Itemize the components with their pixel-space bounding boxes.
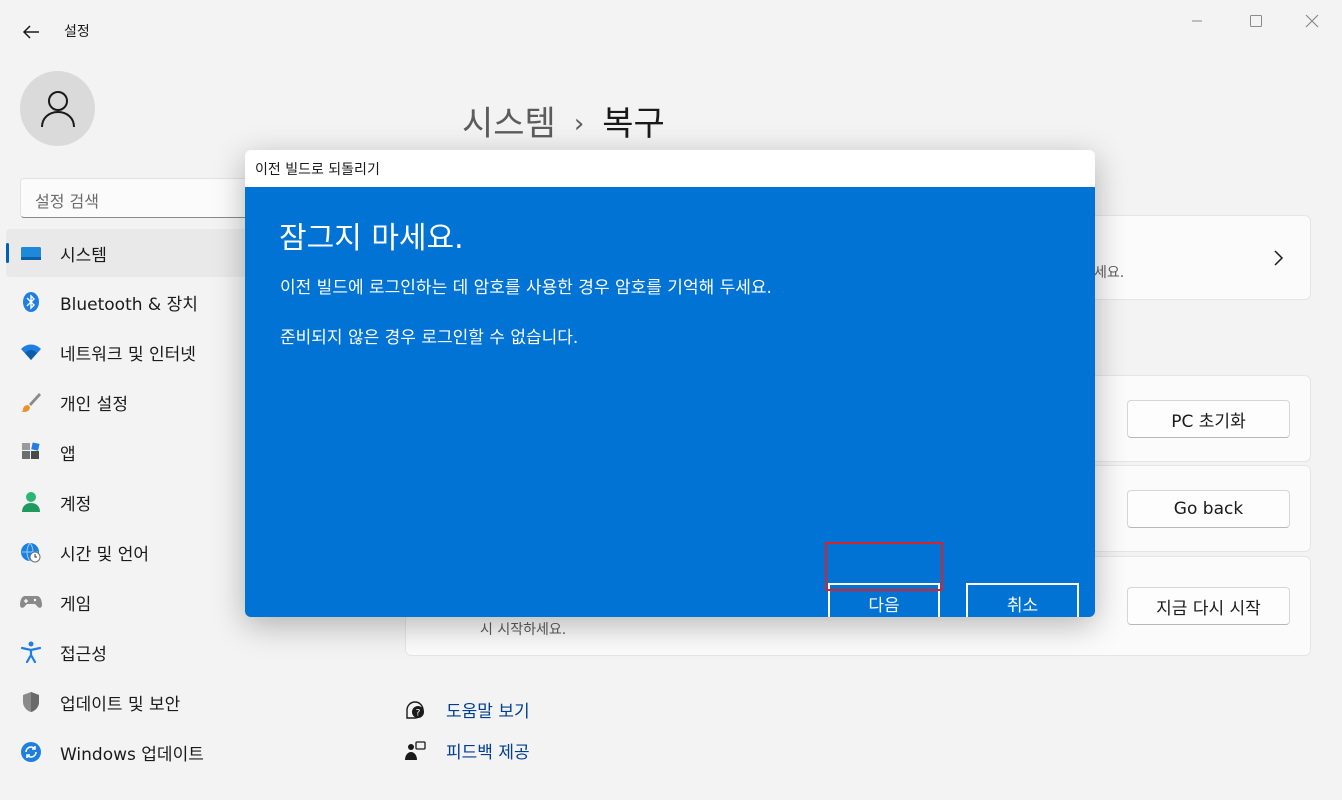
sidebar-item-label: 네트워크 및 인터넷 — [60, 345, 196, 365]
card-description: 세요. — [1094, 265, 1125, 281]
feedback-link[interactable]: 피드백 제공 — [446, 738, 530, 763]
feedback-icon — [405, 741, 426, 760]
go-back-button[interactable]: Go back — [1127, 490, 1290, 528]
apps-icon — [20, 441, 42, 463]
chevron-right-icon — [1274, 250, 1284, 266]
globe-clock-icon — [20, 541, 42, 563]
restart-now-button[interactable]: 지금 다시 시작 — [1127, 587, 1290, 625]
minimize-button[interactable] — [1174, 8, 1220, 34]
app-title: 설정 — [64, 24, 90, 40]
dialog-message-warning: 준비되지 않은 경우 로그인할 수 없습니다. — [280, 328, 579, 348]
sidebar-item-label: 개인 설정 — [60, 395, 128, 415]
bluetooth-icon — [20, 291, 42, 313]
card-description: 시 시작하세요. — [480, 622, 567, 638]
gamepad-icon — [20, 591, 42, 613]
title-bar: 설정 — [0, 0, 1342, 62]
sidebar-item-windows-update[interactable]: Windows 업데이트 — [6, 727, 266, 777]
back-arrow-icon — [22, 25, 39, 39]
close-icon — [1305, 14, 1319, 28]
sidebar-item-label: 업데이트 및 보안 — [60, 695, 181, 715]
sidebar-item-label: 계정 — [60, 495, 92, 515]
close-button[interactable] — [1289, 8, 1335, 34]
accessibility-icon — [20, 641, 42, 663]
shield-icon — [20, 691, 42, 713]
sidebar-item-label: 시간 및 언어 — [60, 545, 150, 565]
dialog-body: 잠그지 마세요. 이전 빌드에 로그인하는 데 암호를 사용한 경우 암호를 기… — [245, 187, 1095, 617]
sidebar-item-bluetooth[interactable]: Bluetooth & 장치 — [6, 277, 266, 327]
help-icon: ? — [406, 701, 424, 719]
sync-icon — [20, 741, 42, 763]
dialog-title: 이전 빌드로 되돌리기 — [255, 162, 380, 178]
next-button[interactable]: 다음 — [828, 583, 940, 617]
sidebar-item-gaming[interactable]: 게임 — [6, 577, 266, 627]
breadcrumb-parent[interactable]: 시스템 — [462, 104, 556, 144]
go-back-dialog: 이전 빌드로 되돌리기 잠그지 마세요. 이전 빌드에 로그인하는 데 암호를 … — [245, 150, 1095, 617]
active-indicator — [6, 243, 9, 263]
search-input[interactable]: 설정 검색 — [20, 178, 260, 218]
breadcrumb-separator: › — [573, 109, 585, 139]
brush-icon — [20, 391, 42, 413]
sidebar-item-apps[interactable]: 앱 — [6, 427, 266, 477]
wifi-icon — [20, 341, 42, 363]
sidebar-item-label: 게임 — [60, 595, 92, 615]
sidebar-item-label: 접근성 — [60, 645, 107, 665]
sidebar-item-privacy-security[interactable]: 업데이트 및 보안 — [6, 677, 266, 727]
sidebar-item-personalization[interactable]: 개인 설정 — [6, 377, 266, 427]
svg-text:?: ? — [416, 709, 421, 719]
minimize-icon — [1192, 20, 1202, 22]
maximize-button[interactable] — [1233, 8, 1279, 34]
settings-window: 설정 설정 검색 시스템 Bluetooth & 장치 네트워크 및 인터넷 개… — [0, 0, 1342, 800]
dialog-title-bar: 이전 빌드로 되돌리기 — [245, 150, 1095, 187]
dialog-heading: 잠그지 마세요. — [279, 221, 464, 256]
sidebar-item-label: 앱 — [60, 445, 76, 465]
help-link[interactable]: 도움말 보기 — [446, 697, 530, 722]
sidebar-item-system[interactable]: 시스템 — [6, 229, 256, 277]
sidebar-item-time-language[interactable]: 시간 및 언어 — [6, 527, 266, 577]
cancel-button[interactable]: 취소 — [966, 583, 1079, 617]
search-placeholder: 설정 검색 — [35, 192, 99, 211]
maximize-icon — [1250, 15, 1262, 27]
sidebar-item-label: Bluetooth & 장치 — [60, 295, 198, 315]
sidebar-nav: 시스템 Bluetooth & 장치 네트워크 및 인터넷 개인 설정 앱 계정… — [6, 229, 266, 777]
display-icon — [20, 242, 42, 264]
dialog-message-password: 이전 빌드에 로그인하는 데 암호를 사용한 경우 암호를 기억해 두세요. — [280, 278, 772, 298]
sidebar-item-accessibility[interactable]: 접근성 — [6, 627, 266, 677]
avatar[interactable] — [20, 71, 95, 146]
back-button[interactable] — [18, 20, 44, 44]
page-title: 복구 — [602, 104, 665, 144]
sidebar-item-accounts[interactable]: 계정 — [6, 477, 266, 527]
account-icon — [20, 491, 42, 513]
sidebar-item-label: Windows 업데이트 — [60, 745, 204, 765]
sidebar-item-network[interactable]: 네트워크 및 인터넷 — [6, 327, 266, 377]
breadcrumb: 시스템 › 복구 — [462, 96, 665, 145]
reset-pc-button[interactable]: PC 초기화 — [1127, 400, 1290, 438]
user-icon — [40, 90, 75, 127]
sidebar-item-label: 시스템 — [60, 246, 107, 266]
